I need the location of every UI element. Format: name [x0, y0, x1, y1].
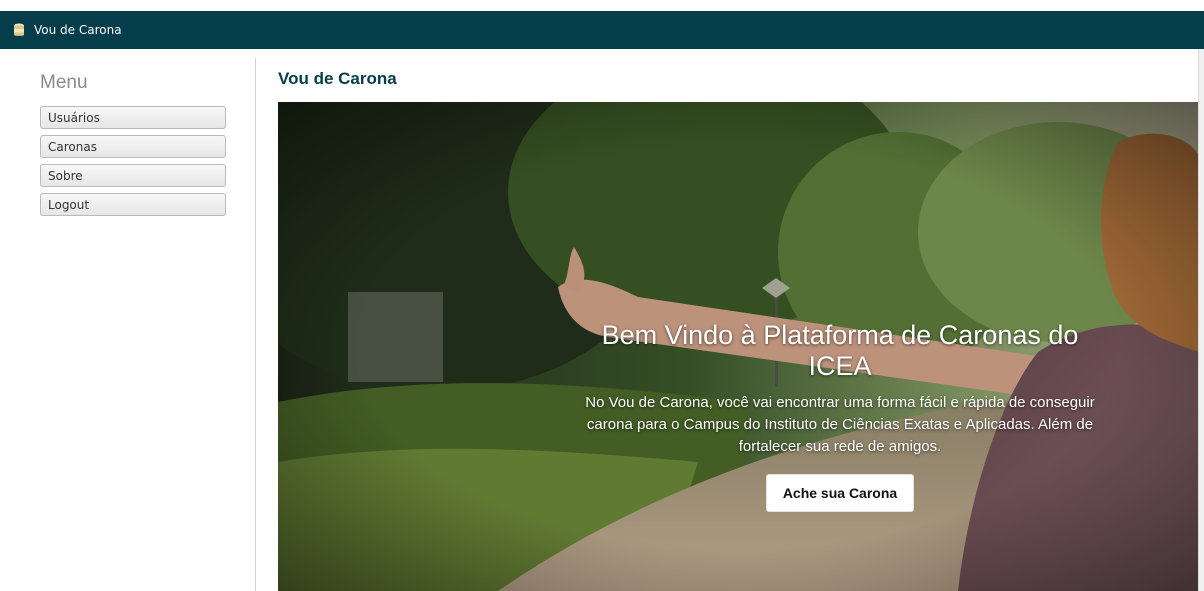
brand-link[interactable]: Vou de Carona: [12, 23, 122, 37]
main-content: Vou de Carona Bem Vindo à Plataforma de …: [278, 58, 1200, 591]
sidebar-item-logout[interactable]: Logout: [40, 193, 226, 216]
top-navbar: Vou de Carona: [0, 11, 1204, 49]
find-ride-button[interactable]: Ache sua Carona: [765, 474, 915, 512]
menu-title: Menu: [40, 72, 88, 93]
brand-label: Vou de Carona: [34, 23, 122, 37]
sidebar-item-caronas[interactable]: Caronas: [40, 135, 226, 158]
database-icon: [14, 23, 24, 36]
sidebar: Menu Usuários Caronas Sobre Logout: [40, 67, 228, 222]
hero-banner: Bem Vindo à Plataforma de Caronas do ICE…: [278, 102, 1200, 591]
sidebar-item-sobre[interactable]: Sobre: [40, 164, 226, 187]
sidebar-divider: [255, 58, 256, 591]
page-scrollbar[interactable]: [1198, 49, 1204, 591]
hero-heading: Bem Vindo à Plataforma de Caronas do ICE…: [601, 320, 1079, 381]
hero-subtitle: No Vou de Carona, você vai encontrar uma…: [585, 394, 1095, 455]
hero-text-block: Bem Vindo à Plataforma de Caronas do ICE…: [570, 320, 1110, 512]
top-gap: [0, 0, 1204, 11]
sidebar-item-usuarios[interactable]: Usuários: [40, 106, 226, 129]
page-title: Vou de Carona: [278, 69, 397, 88]
